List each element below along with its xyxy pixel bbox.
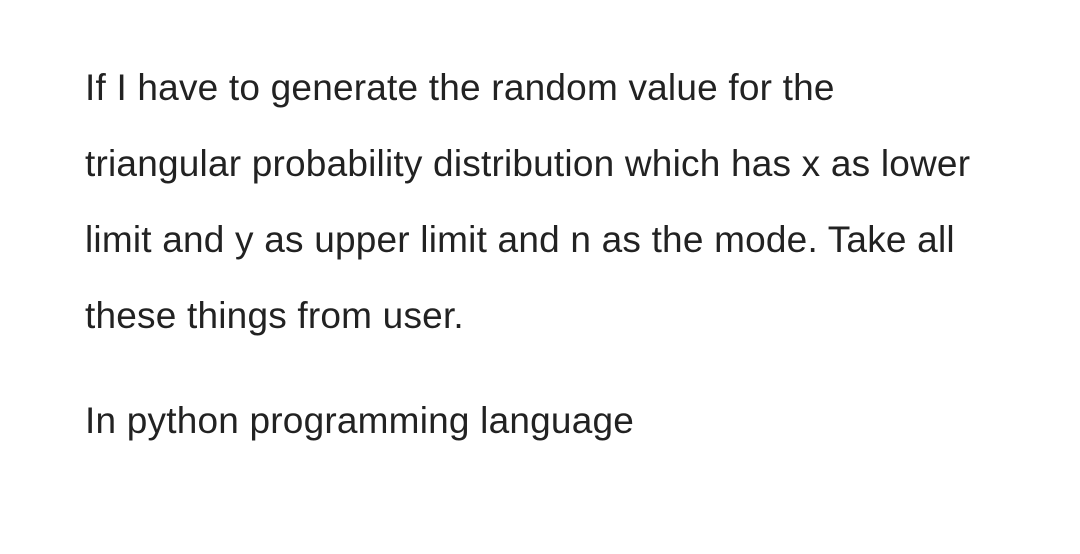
question-paragraph-1: If I have to generate the random value f… <box>85 50 1000 353</box>
question-paragraph-2: In python programming language <box>85 383 1000 459</box>
